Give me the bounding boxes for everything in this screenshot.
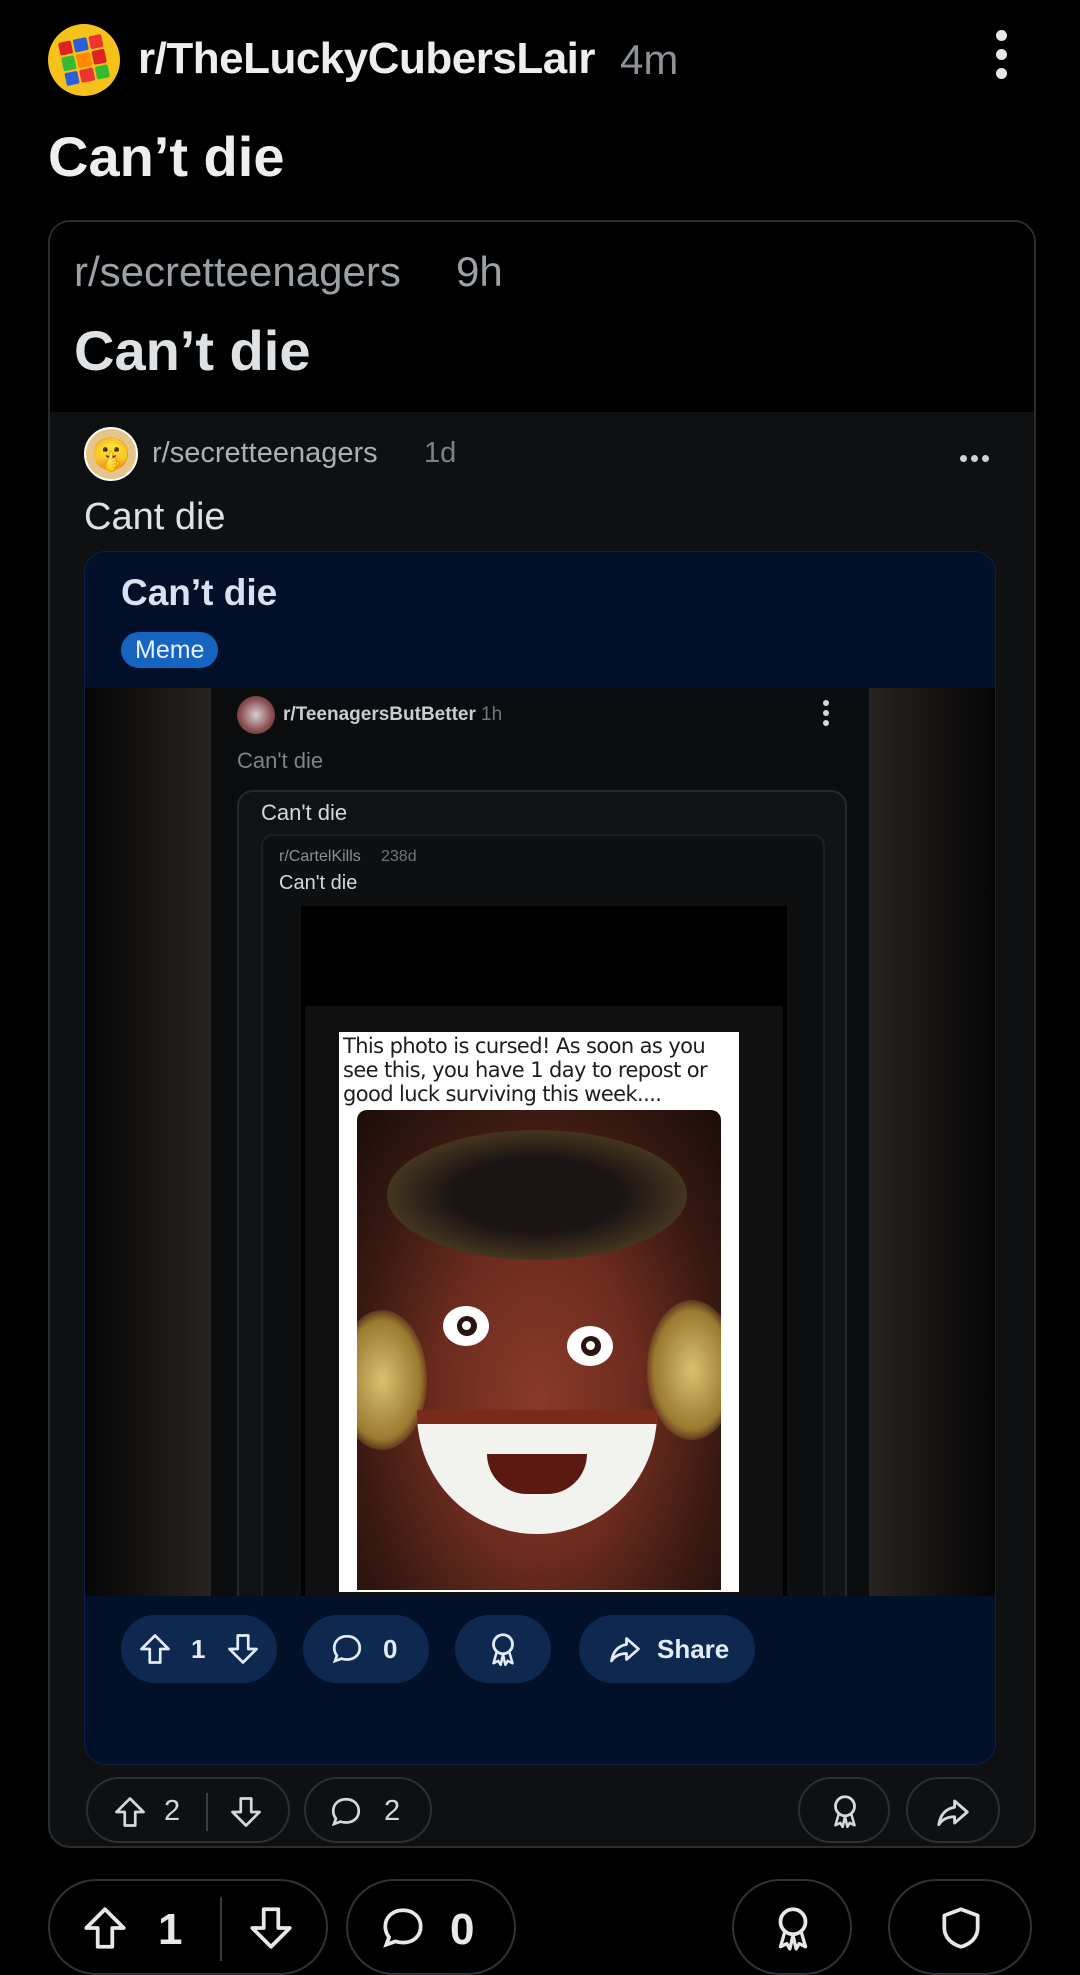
downvote-icon[interactable]: [225, 1631, 261, 1667]
subreddit-avatar[interactable]: [48, 24, 120, 96]
screenshot-subreddit: r/TeenagersButBetter: [283, 704, 476, 725]
upvote-icon[interactable]: [112, 1794, 148, 1830]
inner-subreddit[interactable]: r/secretteenagers: [152, 437, 378, 470]
screenshot-image: r/TeenagersButBetter 1h Can't die Can't …: [211, 688, 869, 1596]
upvote-icon[interactable]: [137, 1631, 173, 1667]
rubiks-cube-icon: [57, 33, 111, 87]
screenshot-time: 1h: [481, 704, 503, 725]
post-image[interactable]: r/TeenagersButBetter 1h Can't die Can't …: [85, 688, 995, 1596]
nested-subreddit: r/CartelKills: [279, 848, 361, 865]
crosspost-title: Can’t die: [74, 319, 311, 382]
flair-badge[interactable]: Meme: [121, 632, 219, 668]
crosspost-comment-button[interactable]: 2: [304, 1777, 432, 1843]
cursed-face-picture: [357, 1110, 721, 1590]
screenshot-title: Can't die: [237, 748, 324, 773]
share-icon: [937, 1799, 969, 1827]
crosspost-header: r/secretteenagers 9h Can’t die: [50, 222, 1034, 412]
post-comment-count: 0: [450, 1905, 475, 1954]
share-label: Share: [657, 1634, 730, 1664]
kebab-menu-icon[interactable]: [984, 30, 1018, 90]
comment-icon: [332, 1634, 362, 1664]
crosspost-award-button[interactable]: [798, 1777, 890, 1843]
screenshot-card: Can't die r/CartelKills 238d Can't die T…: [237, 790, 847, 1596]
cursed-meme-image: This photo is cursed! As soon as you see…: [339, 1032, 739, 1592]
crosspost-vote-count: 2: [164, 1795, 181, 1827]
crosspost-share-button[interactable]: [906, 1777, 1000, 1843]
subreddit-name[interactable]: r/TheLuckyCubersLair: [138, 34, 596, 84]
crosspost-vote-pill: 2: [86, 1777, 290, 1843]
shush-emoji-avatar[interactable]: 🤫: [84, 427, 138, 481]
meme-vote-count: 1: [191, 1634, 206, 1664]
cursed-caption: This photo is cursed! As soon as you see…: [343, 1034, 708, 1106]
inner-time: 1d: [424, 437, 457, 469]
crosspost-comment-count: 2: [384, 1795, 401, 1827]
screenshot-avatar: [237, 696, 275, 734]
upvote-icon[interactable]: [80, 1903, 130, 1953]
screenshot-nested-card: r/CartelKills 238d Can't die This photo …: [261, 834, 825, 1596]
post-comment-button[interactable]: 0: [346, 1879, 516, 1975]
share-icon: [610, 1637, 640, 1663]
screenshot-kebab-icon: [823, 700, 831, 730]
award-icon: [778, 1907, 808, 1951]
post-time: 4m: [620, 36, 679, 83]
nested-time: 238d: [381, 848, 417, 865]
meme-award-button[interactable]: [455, 1615, 551, 1683]
meme-vote-pill: 1: [121, 1615, 277, 1683]
post-vote-pill: 1: [48, 1879, 328, 1975]
shield-icon: [942, 1907, 980, 1949]
screenshot-card-title: Can't die: [261, 800, 348, 825]
comment-icon: [331, 1797, 361, 1827]
post-award-button[interactable]: [732, 1879, 852, 1975]
meme-share-button[interactable]: Share: [579, 1615, 755, 1683]
post-vote-count: 1: [158, 1905, 183, 1954]
award-icon: [834, 1795, 856, 1829]
meme-comment-button[interactable]: 0: [303, 1615, 429, 1683]
downvote-icon[interactable]: [246, 1903, 296, 1953]
nested-title: Can't die: [279, 872, 358, 894]
more-options-icon[interactable]: [960, 449, 994, 462]
mod-shield-button[interactable]: [888, 1879, 1032, 1975]
post-title: Can’t die: [48, 125, 285, 188]
inner-post-title: Cant die: [84, 496, 226, 538]
crosspost-time: 9h: [456, 248, 503, 295]
downvote-icon[interactable]: [228, 1794, 264, 1830]
meme-post-card[interactable]: Can’t die Meme r/TeenagersButBetter 1h C…: [84, 551, 996, 1765]
comment-icon: [383, 1908, 423, 1948]
crosspost-subreddit[interactable]: r/secretteenagers: [74, 248, 401, 296]
meme-post-title: Can’t die: [121, 572, 278, 613]
award-icon: [492, 1633, 514, 1667]
meme-comment-count: 0: [383, 1634, 398, 1664]
